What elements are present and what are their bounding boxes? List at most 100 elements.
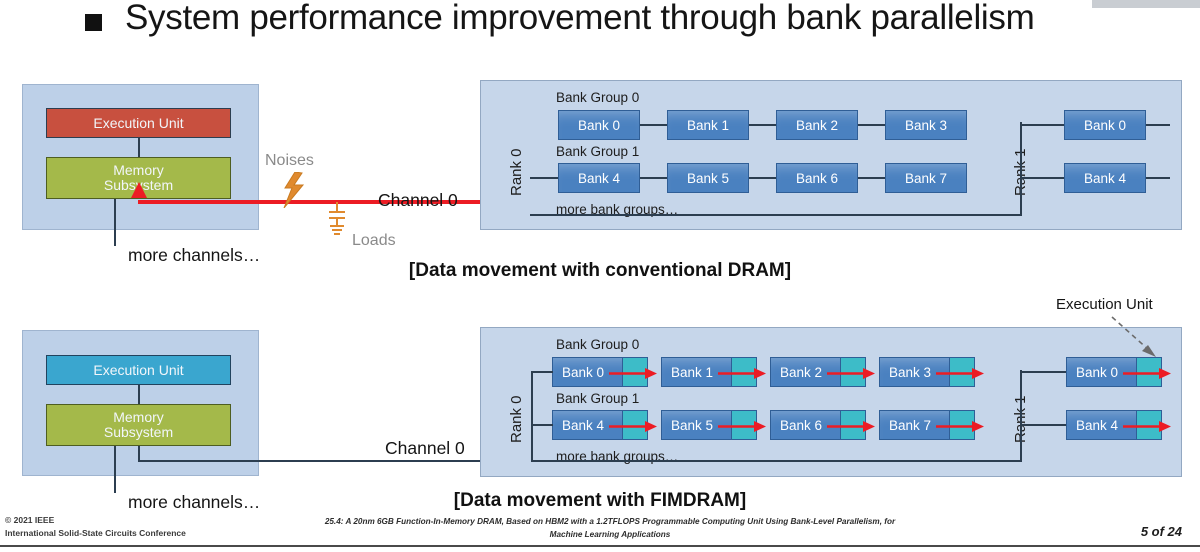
- bank-label: Bank 5: [671, 417, 714, 433]
- more-channels-wire-conventional: [114, 199, 116, 246]
- channel-0-label-fimdram: Channel 0: [385, 438, 465, 458]
- bank-block[interactable]: Bank 3: [885, 110, 967, 140]
- pim-execution-unit[interactable]: [840, 357, 866, 387]
- conventional-caption: [Data movement with conventional DRAM]: [408, 260, 792, 281]
- bank-block[interactable]: Bank 4: [558, 163, 640, 193]
- loads-label: Loads: [352, 232, 396, 249]
- bank-block-with-pim[interactable]: Bank 5: [661, 410, 766, 440]
- bank-block-with-pim[interactable]: Bank 4: [1066, 410, 1171, 440]
- bank-label: Bank 7: [889, 417, 932, 433]
- pim-execution-unit[interactable]: [622, 410, 648, 440]
- rank1-branch-wire-row1: [1020, 424, 1068, 426]
- bank-label: Bank 2: [780, 364, 823, 380]
- bank-block-with-pim[interactable]: Bank 1: [661, 357, 766, 387]
- memory-subsystem-label-line2: Subsystem: [103, 424, 174, 440]
- paper-title-line-2: Machine Learning Applications: [549, 530, 671, 540]
- exec-to-memory-wire: [138, 385, 140, 405]
- rank1-riser-wire-fimdram: [1020, 370, 1022, 462]
- bank-block-with-pim[interactable]: Bank 2: [770, 357, 875, 387]
- bank-label: Bank 0: [577, 117, 621, 133]
- bank-label: Bank 0: [1076, 364, 1119, 380]
- load-capacitor-icon: [329, 202, 345, 235]
- rank-0-label-conventional: Rank 0: [508, 148, 525, 196]
- memory-subsystem-label-line2: Subsystem: [103, 177, 174, 193]
- slide-footer: © 2021 IEEE International Solid-State Ci…: [0, 512, 1200, 552]
- host-package-panel-fimdram: [22, 330, 259, 476]
- memory-subsystem-label-line1: Memory: [113, 409, 164, 426]
- footer-copyright: © 2021 IEEE International Solid-State Ci…: [5, 514, 186, 540]
- bank-block[interactable]: Bank 6: [776, 163, 858, 193]
- rank-bus-wire-fimdram: [531, 460, 1021, 462]
- bank-block-with-pim[interactable]: Bank 4: [552, 410, 657, 440]
- footer-paper-title: 25.4: A 20nm 6GB Function-In-Memory DRAM…: [300, 515, 920, 541]
- bank-label: Bank 4: [562, 417, 605, 433]
- bank-label: Bank 7: [904, 170, 948, 186]
- bank-label: Bank 0: [562, 364, 605, 380]
- bank-label: Bank 5: [686, 170, 730, 186]
- rank0-bus-wire-row1: [530, 177, 558, 179]
- bank-link-wire: [749, 177, 776, 179]
- bank-block[interactable]: Bank 5: [667, 163, 749, 193]
- rank1-branch-wire-row0: [1020, 371, 1068, 373]
- fimdram-caption: [Data movement with FIMDRAM]: [453, 490, 747, 511]
- rank1-branch-wire-row1: [1020, 177, 1065, 179]
- bank-label: Bank 1: [686, 117, 730, 133]
- bank-link-wire: [640, 177, 667, 179]
- noises-label: Noises: [265, 152, 314, 169]
- memory-subsystem-block-fimdram: Memory Subsystem: [46, 404, 231, 446]
- bank-block[interactable]: Bank 0: [558, 110, 640, 140]
- more-channels-wire-fimdram: [114, 446, 116, 493]
- channel-0-label-conventional: Channel 0: [378, 190, 458, 210]
- pim-execution-unit[interactable]: [622, 357, 648, 387]
- copyright-line-1: © 2021 IEEE: [5, 515, 55, 525]
- callout-dashed-arrow-icon: [1111, 316, 1156, 357]
- bank-group-1-label-conventional: Bank Group 1: [556, 144, 640, 159]
- memory-subsystem-block-conventional: Memory Subsystem: [46, 157, 231, 199]
- slide-title-bar: System performance improvement through b…: [0, 0, 1200, 52]
- rank-bus-wire: [530, 214, 1022, 216]
- bank-group-0-label-conventional: Bank Group 0: [556, 90, 640, 105]
- bank-link-wire: [1146, 124, 1170, 126]
- page-indicator: 5 of 24: [1140, 524, 1182, 539]
- pim-execution-unit[interactable]: [1136, 410, 1162, 440]
- bank-label: Bank 6: [795, 170, 839, 186]
- top-edge-artifact: [1092, 0, 1200, 8]
- bank-block[interactable]: Bank 2: [776, 110, 858, 140]
- pim-execution-unit[interactable]: [731, 410, 757, 440]
- bank-label: Bank 1: [671, 364, 714, 380]
- pim-execution-unit[interactable]: [731, 357, 757, 387]
- pim-execution-unit[interactable]: [949, 410, 975, 440]
- bank-link-wire: [640, 124, 667, 126]
- bank-block-with-pim[interactable]: Bank 3: [879, 357, 984, 387]
- bank-block[interactable]: Bank 4: [1064, 163, 1146, 193]
- bank-label: Bank 3: [904, 117, 948, 133]
- bank-block[interactable]: Bank 0: [1064, 110, 1146, 140]
- bank-link-wire: [749, 124, 776, 126]
- bank-block[interactable]: Bank 1: [667, 110, 749, 140]
- bank-link-wire: [1146, 177, 1170, 179]
- bank-label: Bank 4: [1083, 170, 1127, 186]
- rank-0-label-fimdram: Rank 0: [508, 395, 525, 443]
- paper-title-line-1: 25.4: A 20nm 6GB Function-In-Memory DRAM…: [324, 517, 896, 526]
- more-bank-groups-label-fimdram: more bank groups…: [556, 449, 679, 464]
- execution-unit-label: Execution Unit: [93, 361, 184, 378]
- rank0-branch-wire-row1: [531, 424, 553, 426]
- bank-block-with-pim[interactable]: Bank 0: [552, 357, 657, 387]
- pim-execution-unit[interactable]: [949, 357, 975, 387]
- channel-0-wire-fimdram: [138, 460, 532, 462]
- footer-divider: [0, 545, 1200, 547]
- bank-link-wire: [858, 177, 885, 179]
- bank-block[interactable]: Bank 7: [885, 163, 967, 193]
- rank0-branch-wire-row0: [531, 371, 553, 373]
- bank-label: Bank 6: [780, 417, 823, 433]
- exec-to-memory-wire: [138, 138, 140, 158]
- bank-group-1-label-fimdram: Bank Group 1: [556, 391, 640, 406]
- bank-block-with-pim[interactable]: Bank 6: [770, 410, 875, 440]
- bank-link-wire: [858, 124, 885, 126]
- square-bullet-icon: [85, 14, 102, 31]
- bank-block-with-pim[interactable]: Bank 7: [879, 410, 984, 440]
- memory-subsystem-label-line1: Memory: [113, 162, 164, 179]
- noise-lightning-icon: [283, 172, 305, 208]
- pim-execution-unit[interactable]: [840, 410, 866, 440]
- execution-unit-block-fimdram: Execution Unit: [46, 355, 231, 385]
